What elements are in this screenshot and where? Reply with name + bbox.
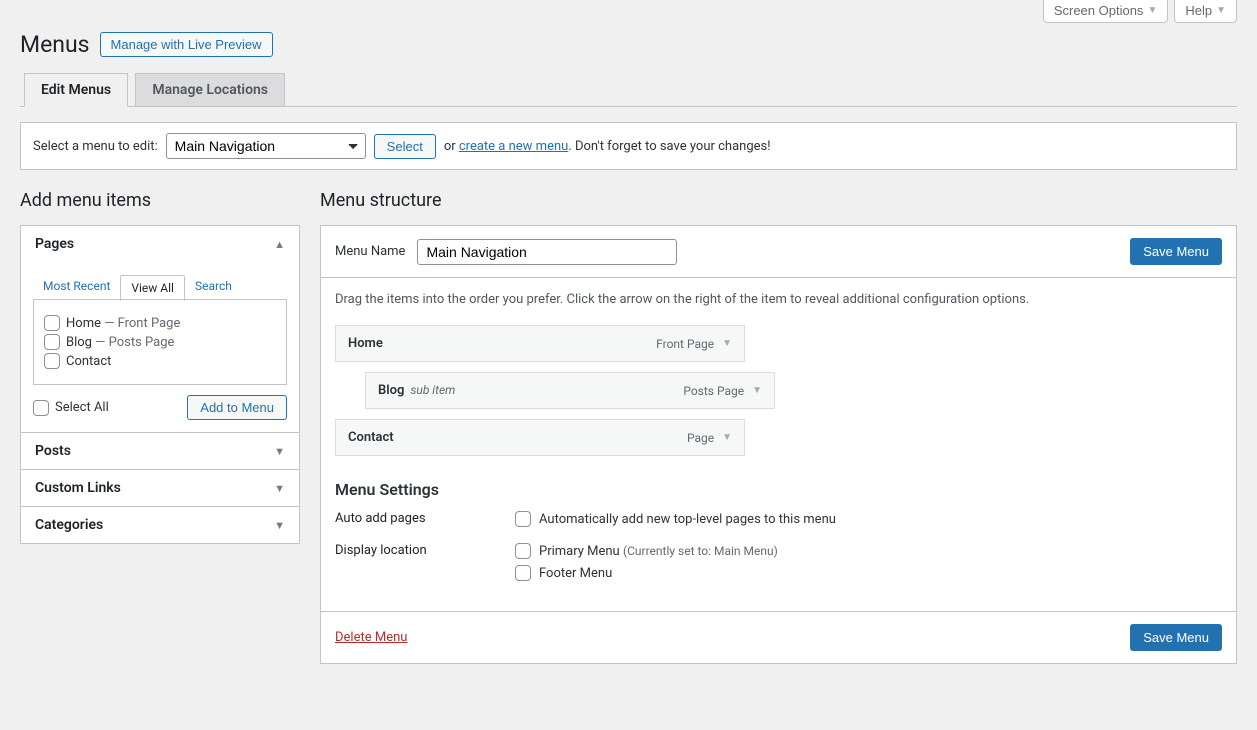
structure-top-bar: Menu Name Save Menu xyxy=(321,226,1236,278)
auto-add-label: Auto add pages xyxy=(335,511,515,533)
setting-auto-add: Auto add pages Automatically add new top… xyxy=(335,511,1222,533)
menu-select-dropdown[interactable]: Main Navigation xyxy=(166,133,366,159)
location-checkbox[interactable] xyxy=(515,543,531,559)
chevron-down-icon: ▼ xyxy=(274,445,285,458)
accordion-title: Pages xyxy=(35,236,74,252)
page-title: Menus xyxy=(20,31,90,58)
chevron-down-icon: ▼ xyxy=(1147,5,1157,16)
menu-settings-heading: Menu Settings xyxy=(335,480,1222,499)
menu-select-bar: Select a menu to edit: Main Navigation S… xyxy=(20,122,1237,170)
page-heading-row: Menus Manage with Live Preview xyxy=(20,23,1237,72)
create-new-menu-link[interactable]: create a new menu xyxy=(459,139,568,154)
accordion-title: Posts xyxy=(35,443,71,459)
page-item[interactable]: Contact xyxy=(44,353,276,369)
page-checkbox[interactable] xyxy=(44,334,60,350)
select-all-label[interactable]: Select All xyxy=(33,400,109,416)
menu-item-home[interactable]: Home Front Page ▼ xyxy=(335,325,745,362)
auto-add-option[interactable]: Automatically add new top-level pages to… xyxy=(515,511,836,527)
select-all-checkbox[interactable] xyxy=(33,400,49,416)
location-footer-menu[interactable]: Footer Menu xyxy=(515,565,778,581)
accordion-section-posts: Posts ▼ xyxy=(21,432,299,469)
page-checkbox[interactable] xyxy=(44,353,60,369)
help-label: Help xyxy=(1185,3,1212,18)
location-primary-menu[interactable]: Primary Menu (Currently set to: Main Men… xyxy=(515,543,778,559)
menu-name-label: Menu Name xyxy=(335,244,405,259)
page-list-actions: Select All Add to Menu xyxy=(33,395,287,420)
menu-item-blog[interactable]: Blog sub item Posts Page ▼ xyxy=(365,372,775,409)
page-checkbox[interactable] xyxy=(44,315,60,331)
chevron-up-icon: ▲ xyxy=(274,238,285,251)
structure-bottom-bar: Delete Menu Save Menu xyxy=(321,611,1236,663)
accordion-title: Categories xyxy=(35,517,103,533)
add-menu-items-heading: Add menu items xyxy=(20,190,300,211)
menu-settings: Menu Settings Auto add pages Automatical… xyxy=(335,480,1222,587)
setting-display-location: Display location Primary Menu (Currently… xyxy=(335,543,1222,587)
menu-structure-heading: Menu structure xyxy=(320,190,1237,211)
accordion-head-categories[interactable]: Categories ▼ xyxy=(21,507,299,543)
chevron-down-icon: ▼ xyxy=(274,519,285,532)
delete-menu-link[interactable]: Delete Menu xyxy=(335,630,407,645)
accordion-section-pages: Pages ▲ Most Recent View All Search Home… xyxy=(21,226,299,432)
top-actions-bar: Screen Options ▼ Help ▼ xyxy=(20,0,1237,23)
drag-hint-text: Drag the items into the order you prefer… xyxy=(335,292,1222,307)
chevron-down-icon[interactable]: ▼ xyxy=(722,432,732,443)
menu-structure-box: Menu Name Save Menu Drag the items into … xyxy=(320,225,1237,664)
save-menu-button-top[interactable]: Save Menu xyxy=(1130,238,1222,265)
chevron-down-icon: ▼ xyxy=(1216,5,1226,16)
tab-edit-menus[interactable]: Edit Menus xyxy=(24,73,128,107)
chevron-down-icon: ▼ xyxy=(274,482,285,495)
inner-tab-most-recent[interactable]: Most Recent xyxy=(33,274,120,300)
accordion-head-custom-links[interactable]: Custom Links ▼ xyxy=(21,470,299,506)
chevron-down-icon[interactable]: ▼ xyxy=(752,385,762,396)
add-to-menu-button[interactable]: Add to Menu xyxy=(187,395,287,420)
display-location-label: Display location xyxy=(335,543,515,587)
accordion-body-pages: Most Recent View All Search Home — Front… xyxy=(21,274,299,432)
accordion-head-posts[interactable]: Posts ▼ xyxy=(21,433,299,469)
accordion-head-pages[interactable]: Pages ▲ xyxy=(21,226,299,262)
page-item[interactable]: Home — Front Page xyxy=(44,315,276,331)
chevron-down-icon[interactable]: ▼ xyxy=(722,338,732,349)
accordion-title: Custom Links xyxy=(35,480,121,496)
location-checkbox[interactable] xyxy=(515,565,531,581)
help-button[interactable]: Help ▼ xyxy=(1174,0,1237,23)
nav-tabs: Edit Menus Manage Locations xyxy=(20,72,1237,107)
inner-tab-view-all[interactable]: View All xyxy=(120,275,185,301)
select-button[interactable]: Select xyxy=(374,134,436,159)
tab-manage-locations[interactable]: Manage Locations xyxy=(135,73,285,106)
accordion-section-categories: Categories ▼ xyxy=(21,506,299,543)
select-menu-label: Select a menu to edit: xyxy=(33,139,158,154)
inner-tab-search[interactable]: Search xyxy=(185,274,242,300)
inner-tabs: Most Recent View All Search xyxy=(33,274,287,300)
screen-options-label: Screen Options xyxy=(1054,3,1144,18)
page-item[interactable]: Blog — Posts Page xyxy=(44,334,276,350)
add-menu-items-column: Add menu items Pages ▲ Most Recent View … xyxy=(20,190,300,544)
menu-name-input[interactable] xyxy=(417,239,677,265)
select-bar-trailing: or create a new menu. Don't forget to sa… xyxy=(444,139,771,154)
accordion-section-custom-links: Custom Links ▼ xyxy=(21,469,299,506)
menu-item-contact[interactable]: Contact Page ▼ xyxy=(335,419,745,456)
menu-structure-column: Menu structure Menu Name Save Menu Drag … xyxy=(320,190,1237,664)
accordion: Pages ▲ Most Recent View All Search Home… xyxy=(20,225,300,544)
screen-options-button[interactable]: Screen Options ▼ xyxy=(1043,0,1169,23)
structure-body: Drag the items into the order you prefer… xyxy=(321,278,1236,611)
main-content: Add menu items Pages ▲ Most Recent View … xyxy=(20,190,1237,664)
live-preview-button[interactable]: Manage with Live Preview xyxy=(100,32,273,57)
save-menu-button-bottom[interactable]: Save Menu xyxy=(1130,624,1222,651)
page-list: Home — Front Page Blog — Posts Page Cont… xyxy=(33,299,287,385)
auto-add-checkbox[interactable] xyxy=(515,511,531,527)
